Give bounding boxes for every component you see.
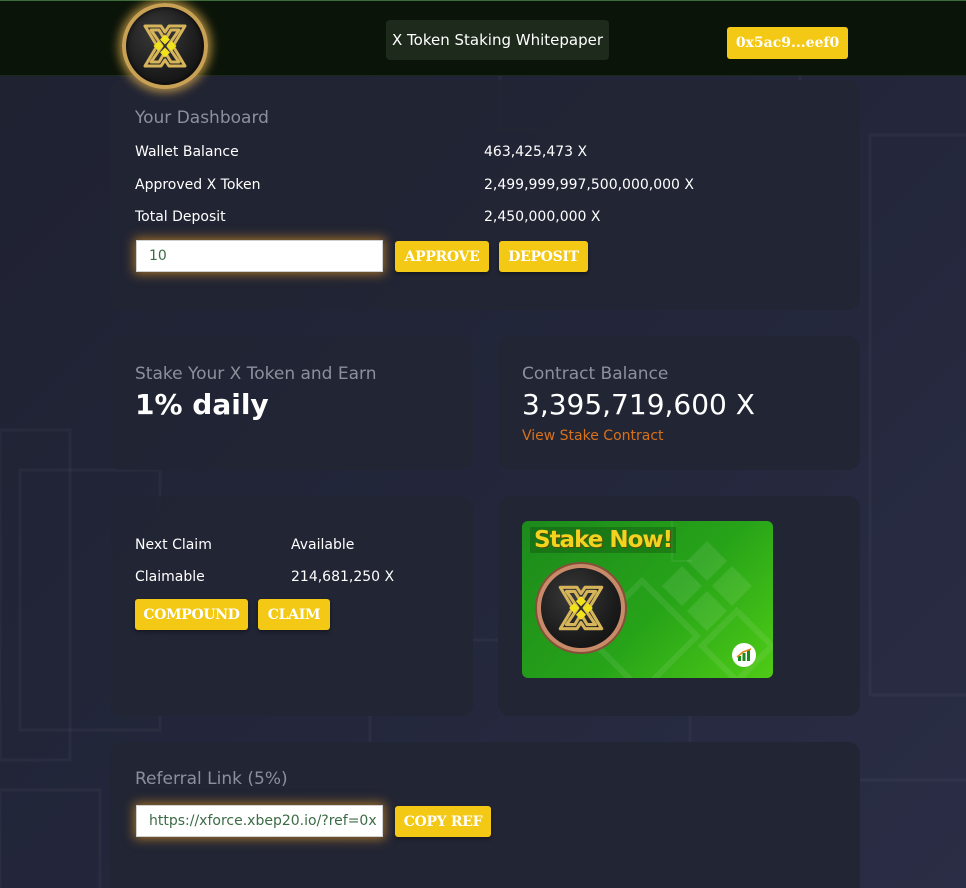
wallet-balance-value: 463,425,473 X [484, 144, 588, 160]
x-logo-icon [143, 24, 187, 68]
stake-now-banner[interactable]: Stake Now! [522, 521, 773, 678]
total-deposit-label: Total Deposit [135, 209, 226, 225]
contract-balance-value: 3,395,719,600 X [522, 388, 755, 421]
claimable-value: 214,681,250 X [291, 569, 395, 585]
chart-badge-icon [732, 643, 756, 667]
deposit-amount-input[interactable]: 10 [136, 240, 383, 272]
x-logo-icon [558, 585, 604, 631]
banner-coin-logo [537, 564, 625, 652]
copy-ref-button[interactable]: COPY REF [395, 806, 491, 837]
deposit-button[interactable]: DEPOSIT [499, 241, 588, 272]
total-deposit-value: 2,450,000,000 X [484, 209, 601, 225]
approved-token-value: 2,499,999,997,500,000,000 X [484, 177, 694, 193]
referral-link-input[interactable]: https://xforce.xbep20.io/?ref=0x [136, 805, 383, 837]
view-stake-contract-link[interactable]: View Stake Contract [522, 428, 664, 444]
wallet-address-button[interactable]: 0x5ac9...eef0 [727, 27, 848, 59]
dashboard-title: Your Dashboard [135, 108, 269, 128]
contract-balance-title: Contract Balance [522, 364, 669, 384]
approved-token-label: Approved X Token [135, 177, 261, 193]
x-token-logo[interactable] [122, 3, 208, 89]
compound-button[interactable]: COMPOUND [135, 599, 248, 630]
daily-rate: 1% daily [135, 388, 269, 421]
whitepaper-button[interactable]: X Token Staking Whitepaper [386, 20, 609, 60]
wallet-balance-label: Wallet Balance [135, 144, 239, 160]
next-claim-value: Available [291, 537, 355, 553]
claimable-label: Claimable [135, 569, 205, 585]
stake-info-title: Stake Your X Token and Earn [135, 364, 377, 384]
approve-button[interactable]: APPROVE [395, 241, 489, 272]
referral-title: Referral Link (5%) [135, 769, 288, 789]
banner-title: Stake Now! [530, 527, 677, 553]
next-claim-label: Next Claim [135, 537, 212, 553]
claim-button[interactable]: CLAIM [258, 599, 330, 630]
